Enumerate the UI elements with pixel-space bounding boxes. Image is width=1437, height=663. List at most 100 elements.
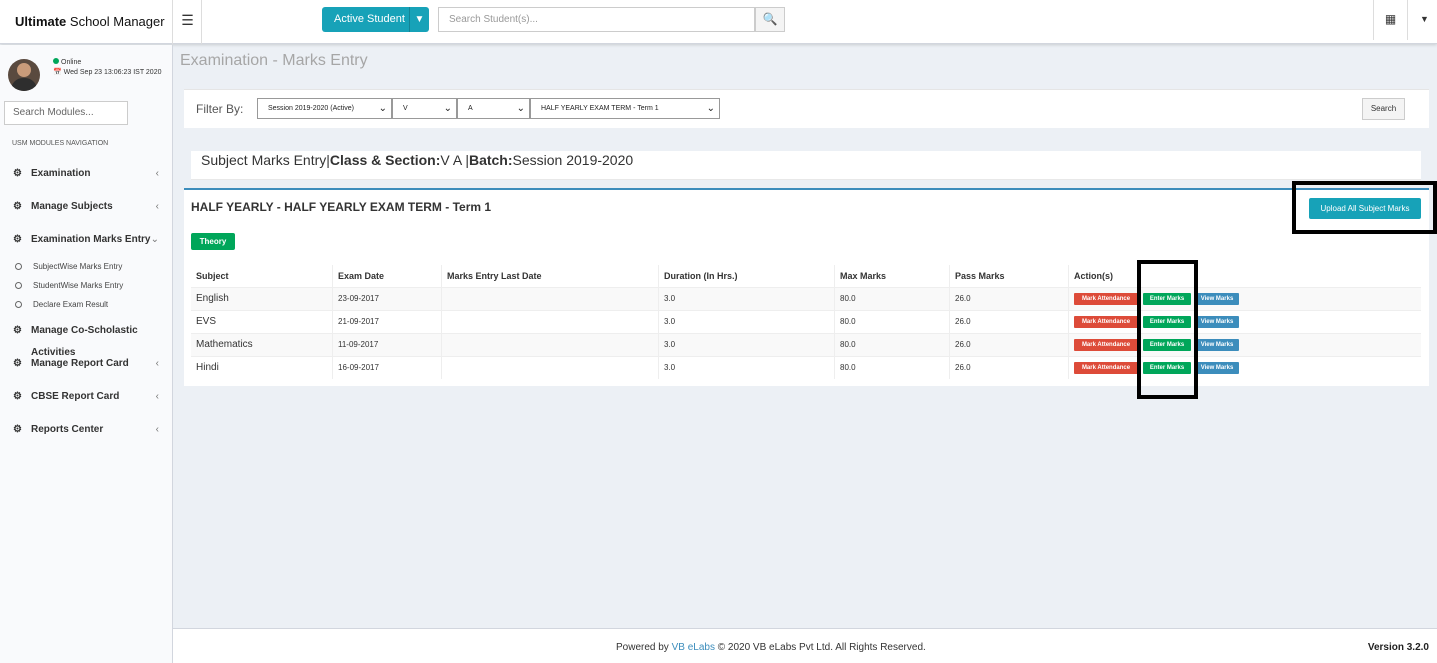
mark-attendance-button[interactable]: Mark Attendance: [1074, 316, 1138, 328]
mark-attendance-button[interactable]: Mark Attendance: [1074, 362, 1138, 374]
chevron-left-icon: ‹: [155, 168, 159, 179]
subjects-table: Subject Exam Date Marks Entry Last Date …: [191, 265, 1421, 379]
footer: Powered by VB eLabs © 2020 VB eLabs Pvt …: [173, 628, 1437, 663]
dashboard-icon: ⚙: [13, 424, 22, 435]
sidebar: Online 📅 Wed Sep 23 13:06:23 IST 2020 Se…: [0, 45, 173, 663]
class-select[interactable]: V ⌄: [392, 98, 457, 119]
section-select[interactable]: A ⌄: [457, 98, 530, 119]
version-label: Version 3.2.0: [1367, 642, 1429, 653]
sidebar-item-label: Reports Center: [31, 424, 104, 435]
user-menu-caret-icon[interactable]: ▼: [1412, 0, 1437, 40]
chevron-down-icon: ⌄: [706, 103, 715, 114]
cell-max-marks: 80.0: [834, 288, 949, 310]
dashboard-icon: ⚙: [13, 201, 22, 212]
session-select-value: Session 2019-2020 (Active): [268, 105, 354, 112]
col-header: Pass Marks: [949, 265, 1068, 287]
app-brand[interactable]: Ultimate School Manager: [0, 0, 173, 44]
sidebar-subitem-declare-result[interactable]: Declare Exam Result: [0, 296, 173, 314]
table-row: Mathematics 11-09-2017 3.0 80.0 26.0 Mar…: [191, 333, 1421, 356]
cell-last-date: [441, 311, 658, 333]
cell-subject: Hindi: [196, 362, 219, 373]
circle-icon: [15, 263, 22, 270]
sidebar-item-label: CBSE Report Card: [31, 391, 120, 402]
footer-link[interactable]: VB eLabs: [672, 642, 715, 653]
cell-exam-date: 21-09-2017: [332, 311, 441, 333]
active-student-button[interactable]: Active Student ▼: [322, 7, 429, 32]
filter-search-button[interactable]: Search: [1362, 98, 1405, 120]
cell-max-marks: 80.0: [834, 357, 949, 379]
cell-duration: 3.0: [658, 288, 834, 310]
filter-label: Filter By:: [196, 102, 244, 116]
session-select[interactable]: Session 2019-2020 (Active) ⌄: [257, 98, 392, 119]
theory-badge: Theory: [191, 233, 235, 250]
online-dot-icon: [53, 58, 59, 64]
exam-title: HALF YEARLY - HALF YEARLY EXAM TERM - Te…: [191, 200, 492, 214]
nav-header: USM MODULES NAVIGATION: [12, 140, 109, 147]
chevron-left-icon: ‹: [155, 358, 159, 369]
cell-actions: Mark Attendance Enter Marks View Marks: [1068, 357, 1421, 379]
cell-duration: 3.0: [658, 357, 834, 379]
class-select-value: V: [403, 105, 408, 112]
cell-pass-marks: 26.0: [949, 288, 1068, 310]
cell-max-marks: 80.0: [834, 334, 949, 356]
mark-attendance-button[interactable]: Mark Attendance: [1074, 293, 1138, 305]
student-search-input[interactable]: Search Student(s)...: [438, 7, 755, 32]
view-marks-button[interactable]: View Marks: [1195, 362, 1239, 374]
chevron-down-icon: ⌄: [516, 103, 525, 114]
exam-select[interactable]: HALF YEARLY EXAM TERM - Term 1 ⌄: [530, 98, 720, 119]
cell-last-date: [441, 288, 658, 310]
chevron-down-icon[interactable]: ▼: [409, 7, 429, 32]
sidebar-item-report-card[interactable]: ⚙ Manage Report Card ‹: [0, 353, 173, 375]
module-search-input[interactable]: Search Modules...: [4, 101, 128, 125]
footer-powered: Powered by: [616, 642, 672, 653]
search-icon[interactable]: 🔍: [755, 7, 785, 32]
dashboard-icon: ⚙: [13, 391, 22, 402]
col-header: Subject: [196, 271, 229, 281]
table-row: Hindi 16-09-2017 3.0 80.0 26.0 Mark Atte…: [191, 356, 1421, 379]
sidebar-item-co-scholastic[interactable]: ⚙ Manage Co-Scholastic Activities: [0, 320, 173, 358]
sidebar-subitem-studentwise[interactable]: StudentWise Marks Entry: [0, 277, 173, 295]
sidebar-item-reports-center[interactable]: ⚙ Reports Center ‹: [0, 419, 173, 441]
page-title: Examination - Marks Entry: [180, 52, 368, 69]
batch-info-panel: Subject Marks Entry|Class & Section:V A …: [191, 151, 1421, 180]
cell-pass-marks: 26.0: [949, 311, 1068, 333]
sidebar-item-manage-subjects[interactable]: ⚙ Manage Subjects ‹: [0, 196, 173, 218]
apps-grid-icon[interactable]: ▦: [1373, 0, 1408, 40]
user-status: Online 📅 Wed Sep 23 13:06:23 IST 2020: [53, 58, 162, 78]
col-header: Action(s): [1068, 265, 1421, 287]
sidebar-item-cbse-report-card[interactable]: ⚙ CBSE Report Card ‹: [0, 386, 173, 408]
cell-last-date: [441, 334, 658, 356]
sidebar-subitem-subjectwise[interactable]: SubjectWise Marks Entry: [0, 258, 173, 276]
sidebar-item-label: Examination Marks Entry: [31, 234, 151, 245]
cell-duration: 3.0: [658, 334, 834, 356]
class-section-label: Class & Section:: [329, 152, 441, 168]
view-marks-button[interactable]: View Marks: [1195, 339, 1239, 351]
circle-icon: [15, 301, 22, 308]
avatar: [8, 59, 40, 91]
dashboard-icon: ⚙: [13, 234, 22, 245]
sidebar-subitem-label: StudentWise Marks Entry: [33, 281, 124, 290]
sidebar-subitem-label: Declare Exam Result: [33, 300, 109, 309]
view-marks-button[interactable]: View Marks: [1195, 293, 1239, 305]
circle-icon: [15, 282, 22, 289]
status-datetime: Wed Sep 23 13:06:23 IST 2020: [63, 69, 162, 76]
filter-bar: Filter By: Session 2019-2020 (Active) ⌄ V…: [184, 89, 1429, 128]
mark-attendance-button[interactable]: Mark Attendance: [1074, 339, 1138, 351]
cell-subject: English: [196, 293, 229, 304]
table-row: EVS 21-09-2017 3.0 80.0 26.0 Mark Attend…: [191, 310, 1421, 333]
cell-exam-date: 23-09-2017: [332, 288, 441, 310]
table-header-row: Subject Exam Date Marks Entry Last Date …: [191, 265, 1421, 287]
top-navbar: Ultimate School Manager ☰ Active Student…: [0, 0, 1437, 44]
col-header: Max Marks: [834, 265, 949, 287]
sidebar-item-label: Examination: [31, 168, 91, 179]
sidebar-item-examination-marks-entry[interactable]: ⚙ Examination Marks Entry ⌄: [0, 229, 173, 251]
menu-toggle-icon[interactable]: ☰: [174, 0, 202, 44]
sidebar-item-label: Manage Report Card: [31, 358, 129, 369]
exam-panel: HALF YEARLY - HALF YEARLY EXAM TERM - Te…: [184, 188, 1429, 386]
view-marks-button[interactable]: View Marks: [1195, 316, 1239, 328]
highlight-box-upload: [1292, 181, 1437, 234]
cell-actions: Mark Attendance Enter Marks View Marks: [1068, 288, 1421, 310]
sidebar-item-examination[interactable]: ⚙ Examination ‹: [0, 163, 173, 185]
cell-pass-marks: 26.0: [949, 357, 1068, 379]
sidebar-subitem-label: SubjectWise Marks Entry: [33, 262, 123, 271]
